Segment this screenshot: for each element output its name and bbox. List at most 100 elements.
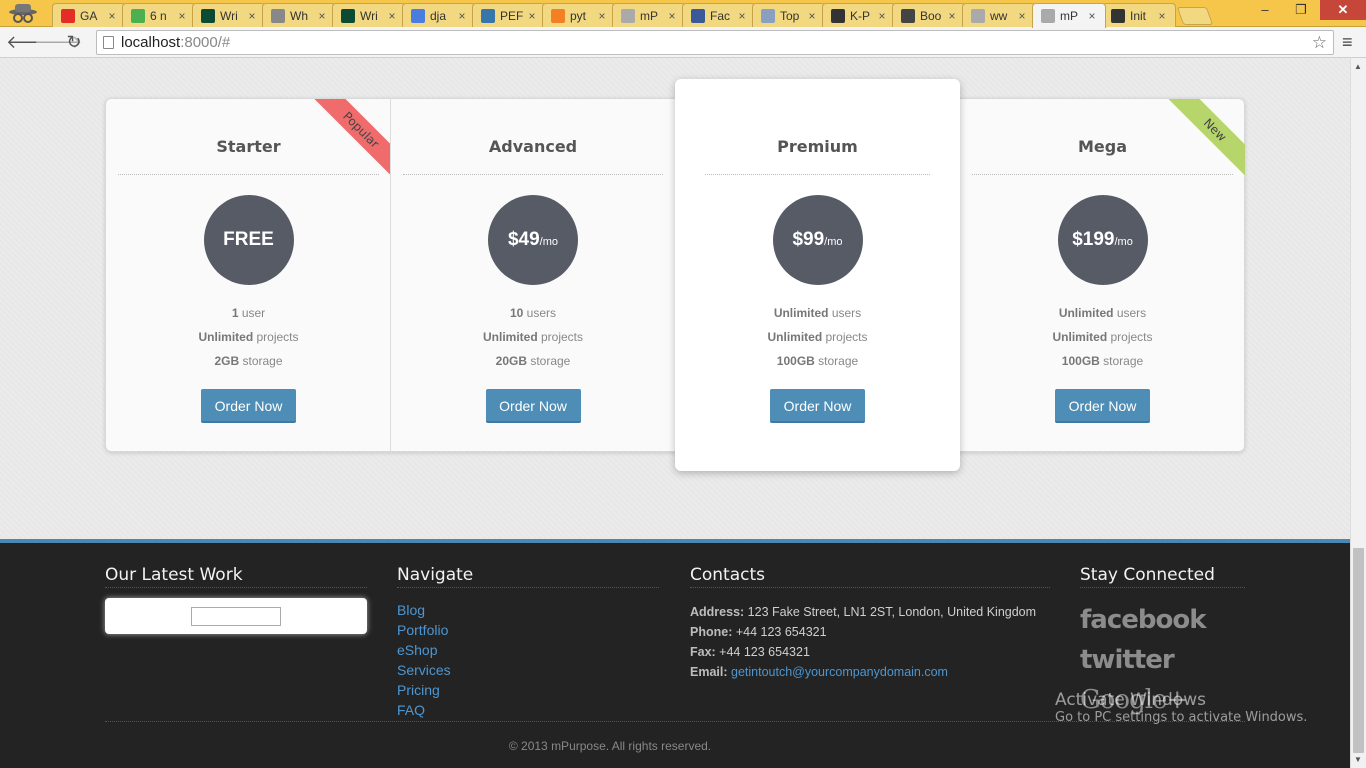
tab-title: Wri (220, 8, 238, 23)
plan-advanced: Advanced $49/mo 10 users Unlimited proje… (390, 99, 675, 451)
browser-tab[interactable]: Fac × (682, 3, 756, 27)
footer-link-pricing[interactable]: Pricing (397, 680, 659, 700)
browser-tab[interactable]: Wri × (332, 3, 406, 27)
tab-title: dja (430, 8, 447, 23)
feature-item: Unlimited users (773, 306, 862, 320)
scrollbar-thumb[interactable] (1353, 548, 1364, 753)
page-icon (621, 8, 635, 23)
tab-title: Wri (360, 8, 378, 23)
broken-image-icon (191, 607, 281, 626)
browser-tab[interactable]: PEF × (472, 3, 546, 27)
url-path: :8000/# (180, 34, 231, 51)
tab-title: K-P (850, 8, 871, 23)
facebook-link[interactable]: facebook (1080, 600, 1245, 640)
order-now-button[interactable]: Order Now (770, 389, 865, 423)
tab-close-icon[interactable]: × (455, 9, 469, 23)
feature-item: Unlimited projects (1052, 330, 1153, 344)
tab-close-icon[interactable]: × (245, 9, 259, 23)
minimize-button[interactable]: – (1250, 0, 1280, 20)
tab-title: Init (1130, 8, 1147, 23)
footer-link-faq[interactable]: FAQ (397, 700, 659, 720)
browser-tab[interactable]: GA × (52, 3, 126, 27)
tab-close-icon[interactable]: × (735, 9, 749, 23)
facebook-icon (691, 8, 705, 23)
feature-item: Unlimited projects (198, 330, 299, 344)
order-now-button[interactable]: Order Now (485, 389, 581, 423)
price-badge: $49/mo (488, 195, 578, 285)
page-icon (971, 8, 985, 23)
browser-tab[interactable]: ww × (962, 3, 1036, 27)
menu-icon[interactable]: ≡ (1342, 31, 1358, 53)
feature-list: Unlimited users Unlimited projects 100GB… (960, 301, 1245, 373)
tab-close-icon[interactable]: × (595, 9, 609, 23)
browser-tab[interactable]: Wh × (262, 3, 336, 27)
browser-tab[interactable]: Boo × (892, 3, 966, 27)
browser-tab[interactable]: Init × (1102, 3, 1176, 27)
copyright-text: © 2013 mPurpose. All rights reserved. (508, 739, 712, 753)
feature-item: 10 users (509, 306, 557, 320)
tab-title: Boo (920, 8, 942, 23)
section-heading: Contacts (690, 565, 1050, 588)
restore-button[interactable]: ❐ (1286, 0, 1316, 20)
browser-tab[interactable]: mP × (1032, 3, 1106, 28)
forward-button[interactable]: 🡒 (34, 31, 82, 53)
vertical-scrollbar[interactable]: ▲ ▼ (1350, 58, 1366, 768)
address-bar[interactable]: localhost:8000/# ☆ (96, 30, 1334, 55)
tab-close-icon[interactable]: × (525, 9, 539, 23)
tab-close-icon[interactable]: × (385, 9, 399, 23)
tab-close-icon[interactable]: × (105, 9, 119, 23)
tab-close-icon[interactable]: × (1085, 9, 1099, 23)
feature-list: Unlimited users Unlimited projects 100GB… (675, 301, 960, 373)
tab-close-icon[interactable]: × (875, 9, 889, 23)
python-icon (481, 8, 495, 23)
page-viewport: Popular Starter FREE 1 user Unlimited pr… (0, 58, 1350, 768)
tab-title: pyt (570, 8, 587, 23)
tab-close-icon[interactable]: × (1155, 9, 1169, 23)
browser-tab[interactable]: mP × (612, 3, 686, 27)
browser-tab[interactable]: Top × (752, 3, 826, 27)
twitter-link[interactable]: twitter (1080, 640, 1245, 680)
browser-tab[interactable]: dja × (402, 3, 476, 27)
zotero-icon (761, 8, 775, 23)
contact-phone: Phone: +44 123 654321 (690, 625, 827, 639)
order-now-button[interactable]: Order Now (1055, 389, 1150, 423)
tab-close-icon[interactable]: × (665, 9, 679, 23)
browser-tab[interactable]: pyt × (542, 3, 616, 27)
tab-close-icon[interactable]: × (175, 9, 189, 23)
tab-title: Fac (710, 8, 731, 23)
browser-tab[interactable]: Wri × (192, 3, 266, 27)
footer-link-portfolio[interactable]: Portfolio (397, 620, 659, 640)
scroll-down-arrow-icon[interactable]: ▼ (1354, 755, 1362, 764)
footer-link-blog[interactable]: Blog (397, 600, 659, 620)
browser-tab[interactable]: 6 n × (122, 3, 196, 27)
bookmark-star-icon[interactable]: ☆ (1312, 31, 1327, 54)
tab-close-icon[interactable]: × (1015, 9, 1029, 23)
section-heading: Navigate (397, 565, 659, 588)
scroll-up-arrow-icon[interactable]: ▲ (1354, 62, 1362, 71)
order-now-button[interactable]: Order Now (201, 389, 296, 423)
footer-link-eshop[interactable]: eShop (397, 640, 659, 660)
page-grid-icon (271, 8, 285, 23)
github-icon (1111, 8, 1125, 23)
back-button[interactable]: 🡐 (6, 31, 54, 53)
reload-button[interactable]: ↻ (63, 31, 85, 53)
latest-work-thumbnail[interactable] (105, 598, 367, 634)
navigate-section: Navigate Blog Portfolio eShop Services P… (397, 565, 659, 720)
email-link[interactable]: getintoutch@yourcompanydomain.com (731, 665, 948, 679)
tab-close-icon[interactable]: × (315, 9, 329, 23)
price-value: $49 (507, 229, 540, 250)
footer-link-services[interactable]: Services (397, 660, 659, 680)
tab-close-icon[interactable]: × (945, 9, 959, 23)
feature-item: 1 user (231, 306, 266, 320)
django-icon (201, 8, 215, 23)
watermark-subtitle: Go to PC settings to activate Windows. (1055, 710, 1308, 725)
tab-close-icon[interactable]: × (805, 9, 819, 23)
price-value: FREE (223, 229, 274, 250)
page-icon (1041, 9, 1055, 23)
tab-list: GA × 6 n × Wri × Wh × Wri × dja × PEF × pyt × mP × Fac × Top… (52, 3, 1214, 28)
browser-tab[interactable]: K-P × (822, 3, 896, 27)
tab-title: mP (640, 8, 658, 23)
window-close-button[interactable]: ✕ (1320, 0, 1366, 20)
new-tab-button[interactable] (1176, 7, 1214, 25)
feature-item: 100GB storage (1061, 354, 1144, 368)
